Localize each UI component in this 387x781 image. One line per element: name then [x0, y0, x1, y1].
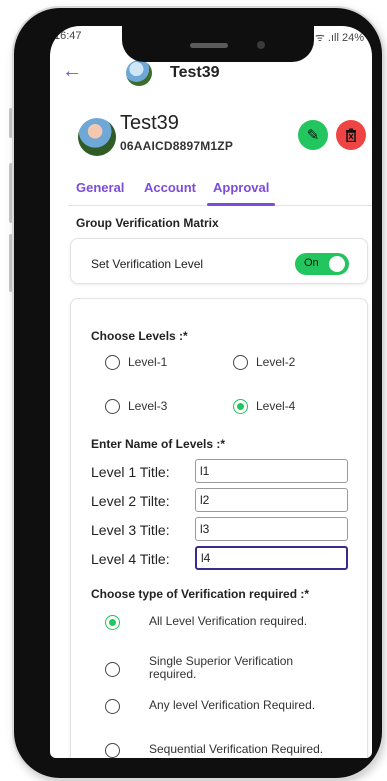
radio-checked-icon	[105, 615, 120, 630]
avatar	[126, 60, 152, 86]
tab-bar: General Account Approval	[68, 174, 372, 206]
levels-card: Choose Levels :* Level-1 Level-2 Level-3…	[70, 298, 368, 758]
verification-type-heading: Choose type of Verification required :*	[91, 587, 310, 601]
radio-unchecked-icon	[105, 699, 120, 714]
active-tab-indicator	[207, 203, 275, 206]
verification-level-card: Set Verification Level On	[70, 238, 368, 284]
toggle-state-label: On	[304, 257, 319, 269]
verification-level-label: Set Verification Level	[91, 257, 204, 271]
delete-button[interactable]	[336, 120, 366, 150]
phone-frame: 16:47 ᯤ .ıll 24% ← Test39 Test39 06AAICD…	[14, 8, 382, 778]
verification-type-label: Any level Verification Required.	[149, 698, 316, 712]
level-title-row: Level 1 Title:	[91, 459, 351, 483]
trash-icon	[346, 128, 356, 142]
tab-account[interactable]: Account	[144, 180, 196, 195]
level-3-title-label: Level 3 Title:	[91, 522, 170, 538]
tab-general[interactable]: General	[76, 180, 124, 195]
back-arrow-icon[interactable]: ←	[62, 60, 82, 83]
radio-unchecked-icon	[105, 399, 120, 414]
speaker-icon	[190, 43, 228, 48]
level-2-title-input[interactable]	[195, 488, 348, 512]
status-indicators: ᯤ .ıll 24%	[314, 32, 364, 44]
verification-type-label: Single Superior Verification required.	[149, 654, 294, 681]
mockup-stage: 16:47 ᯤ .ıll 24% ← Test39 Test39 06AAICD…	[0, 0, 387, 781]
level-title-row: Level 3 Title:	[91, 517, 351, 541]
level-option-label: Level-4	[256, 399, 296, 413]
page-title: Test39	[170, 64, 220, 81]
section-title: Group Verification Matrix	[76, 216, 219, 230]
level-1-title-label: Level 1 Title:	[91, 464, 170, 480]
profile-header: Test39 06AAICD8897M1ZP ✎	[50, 112, 372, 164]
level-4-title-input[interactable]	[195, 546, 348, 570]
verification-type-label: All Level Verification required.	[149, 614, 308, 628]
level-title-row: Level 4 Title:	[91, 546, 351, 570]
level-3-title-input[interactable]	[195, 517, 348, 541]
radio-unchecked-icon	[233, 355, 248, 370]
pencil-icon: ✎	[306, 127, 320, 144]
phone-notch	[122, 18, 314, 62]
profile-id: 06AAICD8897M1ZP	[120, 139, 234, 153]
phone-side-button	[9, 108, 13, 138]
choose-levels-heading: Choose Levels :*	[91, 329, 188, 343]
radio-unchecked-icon	[105, 355, 120, 370]
phone-volume-down-button	[9, 234, 13, 292]
enter-level-names-heading: Enter Name of Levels :*	[91, 437, 226, 451]
level-2-title-label: Level 2 Tilte:	[91, 493, 170, 509]
radio-unchecked-icon	[105, 662, 120, 677]
edit-button[interactable]: ✎	[298, 120, 328, 150]
app-screen: 16:47 ᯤ .ıll 24% ← Test39 Test39 06AAICD…	[50, 26, 372, 758]
verification-level-toggle[interactable]: On	[295, 253, 349, 275]
level-option-label: Level-1	[128, 355, 168, 369]
profile-name: Test39	[120, 112, 179, 134]
level-4-title-label: Level 4 Title:	[91, 551, 170, 567]
tab-approval[interactable]: Approval	[213, 180, 269, 195]
radio-unchecked-icon	[105, 743, 120, 758]
level-option-label: Level-3	[128, 399, 168, 413]
level-1-title-input[interactable]	[195, 459, 348, 483]
level-title-row: Level 2 Tilte:	[91, 488, 351, 512]
verification-type-label: Sequential Verification Required.	[149, 742, 324, 756]
level-option-label: Level-2	[256, 355, 296, 369]
camera-icon	[257, 41, 265, 49]
phone-volume-up-button	[9, 163, 13, 223]
toggle-knob	[329, 256, 345, 272]
status-time: 16:47	[54, 30, 82, 42]
radio-checked-icon	[233, 399, 248, 414]
profile-avatar	[78, 118, 116, 156]
